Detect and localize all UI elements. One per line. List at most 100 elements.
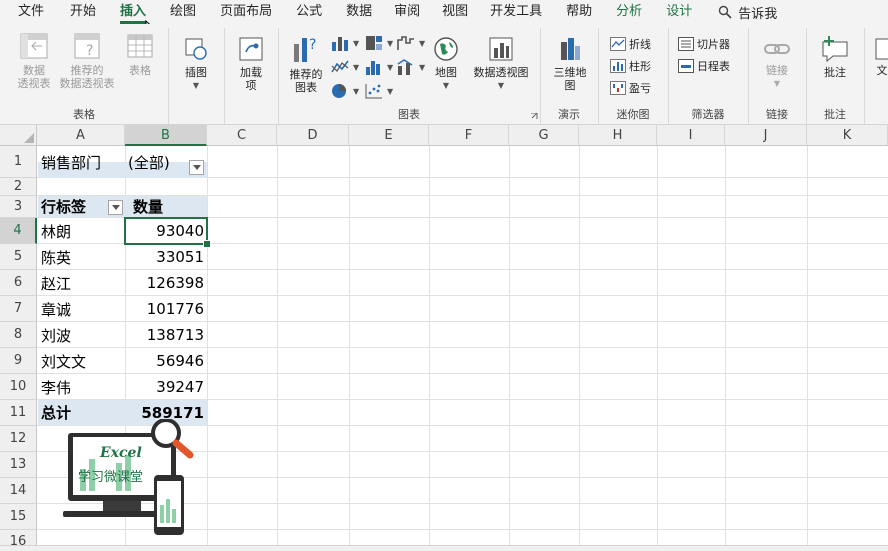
line-chart-dropdown-icon: ▼ [353, 62, 360, 72]
shapes-icon [185, 38, 207, 60]
column-header-k[interactable]: K [807, 125, 888, 146]
group-comments: 批注 批注 [806, 28, 865, 124]
pivot-row-name[interactable]: 刘波 [38, 322, 125, 348]
tab-analyze[interactable]: 分析 [606, 0, 652, 24]
slicer-button[interactable]: 切片器 [678, 36, 730, 52]
combo-chart-button[interactable]: ▼ [396, 58, 425, 76]
column-header-h[interactable]: H [579, 125, 657, 146]
filter-dropdown-button[interactable] [189, 160, 204, 175]
pivot-chart-button[interactable]: 数据透视图 ▼ [466, 34, 536, 92]
row-header-13[interactable]: 13 [0, 452, 37, 478]
pivot-row-name[interactable]: 章诚 [38, 296, 125, 322]
globe-icon [434, 37, 458, 61]
value-header[interactable]: 数量 [130, 196, 207, 217]
column-header-c[interactable]: C [207, 125, 277, 146]
statistic-chart-button[interactable]: ▼ [364, 58, 393, 76]
column-header-a[interactable]: A [37, 125, 125, 146]
comment-label: 批注 [824, 66, 846, 79]
text-button[interactable]: 文 [872, 36, 888, 77]
column-header-e[interactable]: E [349, 125, 429, 146]
pivot-row-name[interactable]: 刘文文 [38, 348, 125, 374]
column-header-j[interactable]: J [725, 125, 807, 146]
pivot-filter-label[interactable]: 销售部门 [38, 146, 125, 178]
sparkline-column-button[interactable]: 柱形 [610, 58, 651, 74]
row-header-15[interactable]: 15 [0, 504, 37, 530]
pivot-row-name[interactable]: 李伟 [38, 374, 125, 400]
column-chart-dropdown-icon: ▼ [353, 38, 360, 48]
tab-review[interactable]: 审阅 [384, 0, 430, 24]
pivot-filter-value[interactable]: (全部) [125, 146, 195, 178]
column-header-b[interactable]: B [125, 125, 207, 146]
pivot-row-value[interactable]: 33051 [125, 244, 207, 270]
pivot-row-value[interactable]: 126398 [125, 270, 207, 296]
row-header-9[interactable]: 9 [0, 348, 37, 374]
tab-file[interactable]: 文件 [8, 0, 54, 24]
illustrations-button[interactable]: 插图 ▼ [174, 34, 218, 92]
line-chart-button[interactable]: ▼ [330, 58, 359, 76]
row-header-3[interactable]: 3 [0, 196, 37, 218]
row-header-14[interactable]: 14 [0, 478, 37, 504]
maps-button[interactable]: 地图 ▼ [428, 34, 464, 92]
dialog-launcher-icon[interactable] [531, 113, 538, 120]
fill-handle[interactable] [203, 240, 211, 248]
tab-view[interactable]: 视图 [432, 0, 478, 24]
table-button[interactable]: 表格 [118, 30, 162, 77]
waterfall-chart-button[interactable]: ▼ [396, 34, 425, 52]
tab-design[interactable]: 设计 [656, 0, 702, 24]
timeline-button[interactable]: 日程表 [678, 58, 730, 74]
row-header-8[interactable]: 8 [0, 322, 37, 348]
addins-button[interactable]: 加载 项 [228, 34, 274, 92]
maps-label: 地图 [435, 66, 457, 79]
row-header-5[interactable]: 5 [0, 244, 37, 270]
tab-developer[interactable]: 开发工具 [480, 0, 552, 24]
hierarchy-chart-button[interactable]: ▼ [364, 34, 393, 52]
horizontal-scrollbar[interactable] [0, 545, 888, 551]
row-header-7[interactable]: 7 [0, 296, 37, 322]
pivot-table-button[interactable]: 数据 透视表 [10, 30, 58, 90]
scatter-chart-button[interactable]: ▼ [364, 82, 393, 100]
waterfall-chart-dropdown-icon: ▼ [419, 38, 426, 48]
column-header-d[interactable]: D [277, 125, 349, 146]
pie-chart-button[interactable]: ▼ [330, 82, 359, 100]
3d-map-button[interactable]: 三维地 图 [546, 34, 594, 92]
pivot-row-value[interactable]: 138713 [125, 322, 207, 348]
row-labels-dropdown-button[interactable] [108, 200, 123, 215]
tab-data[interactable]: 数据 [336, 0, 382, 24]
row-header-12[interactable]: 12 [0, 426, 37, 452]
recommended-pivot-button[interactable]: ? 推荐的 数据透视表 [56, 30, 118, 90]
link-button[interactable]: 链接 ▼ [754, 36, 800, 90]
row-header-4[interactable]: 4 [0, 218, 37, 244]
group-links: 链接 ▼ 链接 [748, 28, 807, 124]
column-header-i[interactable]: I [657, 125, 725, 146]
comment-button[interactable]: 批注 [812, 34, 858, 79]
pivot-row-value[interactable]: 39247 [125, 374, 207, 400]
tell-me-box[interactable]: 告诉我 [702, 3, 777, 22]
row-header-10[interactable]: 10 [0, 374, 37, 400]
row-header-1[interactable]: 1 [0, 146, 37, 178]
select-all-corner[interactable] [0, 125, 37, 146]
recommended-charts-button[interactable]: ? 推荐的 图表 [282, 32, 330, 94]
tab-formulas[interactable]: 公式 [286, 0, 332, 24]
pivot-row-name[interactable]: 林朗 [38, 218, 125, 244]
pivot-row-value[interactable]: 101776 [125, 296, 207, 322]
pivot-row-name[interactable]: 赵江 [38, 270, 125, 296]
worksheet-grid[interactable]: A B C D E F G H I J K 1 2 3 4 5 6 7 8 9 … [0, 125, 888, 551]
column-chart-icon [332, 37, 348, 51]
row-header-11[interactable]: 11 [0, 400, 37, 426]
group-comments-label: 批注 [824, 108, 846, 121]
row-header-6[interactable]: 6 [0, 270, 37, 296]
tab-page-layout[interactable]: 页面布局 [210, 0, 282, 24]
column-chart-button[interactable]: ▼ [330, 34, 359, 52]
sparkline-winloss-button[interactable]: 盈亏 [610, 80, 651, 96]
tab-home[interactable]: 开始 [60, 0, 106, 24]
text-label: 文 [876, 64, 888, 77]
row-header-2[interactable]: 2 [0, 178, 37, 196]
tab-draw[interactable]: 绘图 [160, 0, 206, 24]
column-header-g[interactable]: G [509, 125, 579, 146]
sparkline-line-button[interactable]: 折线 [610, 36, 651, 52]
column-header-f[interactable]: F [429, 125, 509, 146]
pivot-chart-icon [489, 37, 513, 61]
tab-help[interactable]: 帮助 [556, 0, 602, 24]
pivot-row-name[interactable]: 陈英 [38, 244, 125, 270]
pivot-row-value[interactable]: 56946 [125, 348, 207, 374]
